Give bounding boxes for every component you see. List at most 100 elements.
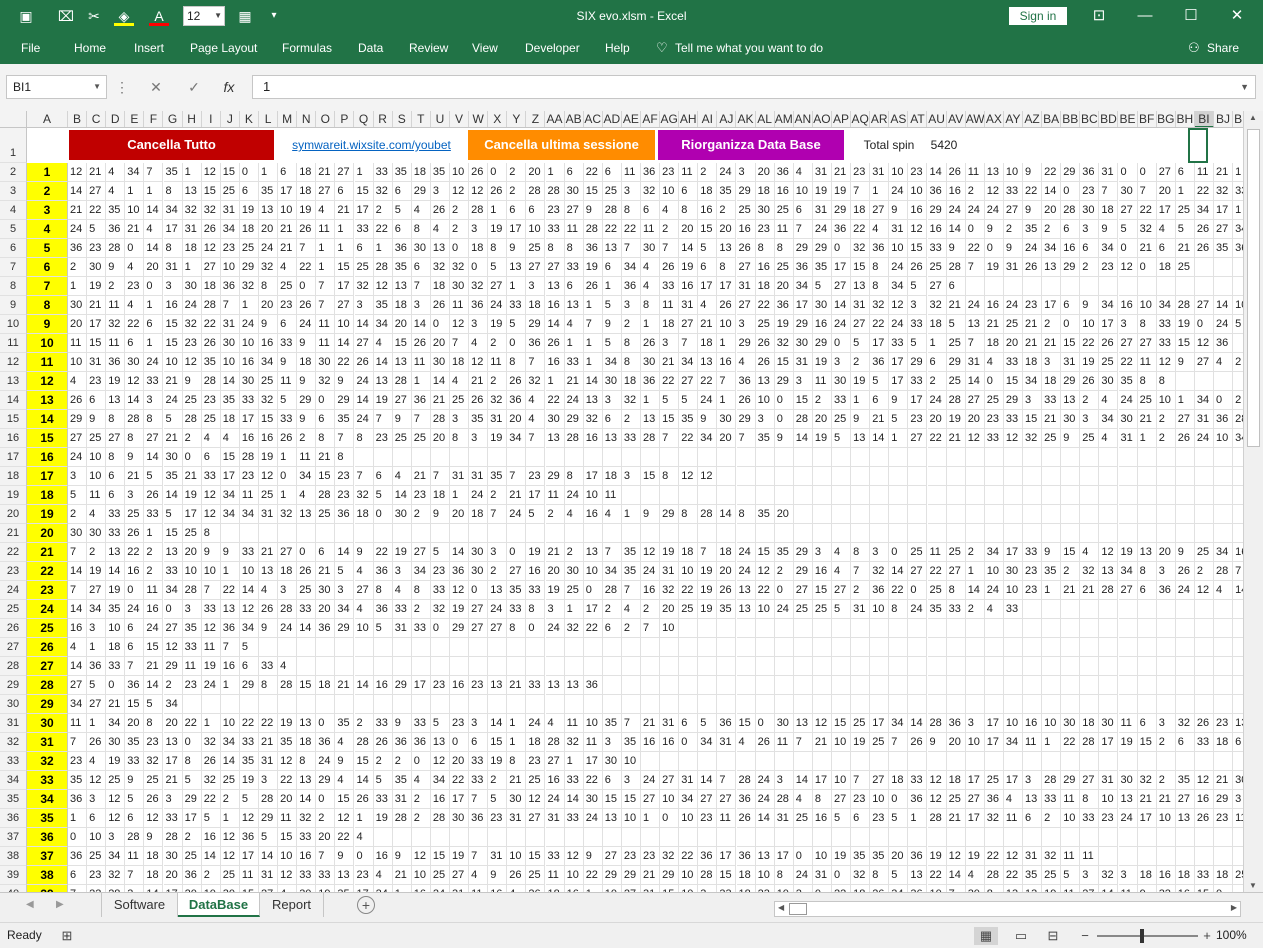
data-cell[interactable]: 32 — [1137, 771, 1157, 790]
data-cell[interactable] — [736, 486, 756, 505]
data-cell[interactable]: 10 — [812, 847, 832, 866]
data-cell[interactable] — [373, 448, 393, 467]
data-cell[interactable] — [354, 638, 374, 657]
column-header[interactable]: E — [125, 111, 145, 127]
data-cell[interactable]: 22 — [1194, 182, 1214, 201]
data-cell[interactable]: 13 — [1099, 562, 1119, 581]
data-cell[interactable]: 32 — [430, 600, 450, 619]
data-cell[interactable] — [1194, 752, 1214, 771]
data-cell[interactable]: 20 — [889, 847, 909, 866]
data-cell[interactable] — [1023, 752, 1043, 771]
data-cell[interactable]: 16 — [641, 581, 661, 600]
zoom-in-icon[interactable]: + — [1198, 927, 1216, 945]
data-cell[interactable]: 20 — [259, 220, 279, 239]
data-cell[interactable]: 26 — [125, 524, 145, 543]
data-cell[interactable]: 3 — [1156, 562, 1176, 581]
data-cell[interactable] — [889, 524, 909, 543]
data-cell[interactable]: 3 — [1080, 410, 1100, 429]
data-cell[interactable]: 35 — [717, 182, 737, 201]
data-cell[interactable]: 34 — [679, 790, 699, 809]
data-cell[interactable] — [430, 828, 450, 847]
data-cell[interactable]: 15 — [793, 391, 813, 410]
data-cell[interactable]: 4 — [1156, 220, 1176, 239]
data-cell[interactable] — [1080, 524, 1100, 543]
data-cell[interactable]: 35 — [239, 752, 259, 771]
data-cell[interactable] — [392, 448, 412, 467]
data-cell[interactable]: 15 — [316, 467, 336, 486]
data-cell[interactable]: 22 — [583, 771, 603, 790]
data-cell[interactable]: 13 — [392, 353, 412, 372]
data-cell[interactable]: 13 — [602, 239, 622, 258]
spin-index-cell[interactable]: 4 — [27, 220, 68, 239]
data-cell[interactable]: 7 — [68, 885, 88, 892]
column-header[interactable]: Z — [526, 111, 546, 127]
data-cell[interactable]: 33 — [182, 638, 202, 657]
data-cell[interactable]: 33 — [1023, 543, 1043, 562]
data-cell[interactable]: 12 — [526, 790, 546, 809]
data-cell[interactable]: 2 — [1194, 562, 1214, 581]
data-cell[interactable] — [1003, 524, 1023, 543]
data-cell[interactable]: 7 — [641, 619, 661, 638]
data-cell[interactable]: 20 — [1156, 543, 1176, 562]
data-cell[interactable]: 9 — [851, 410, 871, 429]
selected-cell[interactable] — [1188, 128, 1208, 163]
row-header[interactable]: 28 — [0, 657, 27, 676]
data-cell[interactable]: 33 — [106, 657, 126, 676]
data-cell[interactable]: 36 — [1156, 581, 1176, 600]
column-header[interactable]: BB — [1061, 111, 1081, 127]
data-cell[interactable]: 14 — [430, 372, 450, 391]
data-cell[interactable]: 29 — [736, 410, 756, 429]
data-cell[interactable]: 3 — [621, 296, 641, 315]
data-cell[interactable]: 34 — [679, 353, 699, 372]
data-cell[interactable]: 20 — [660, 600, 680, 619]
data-cell[interactable] — [1137, 695, 1157, 714]
data-cell[interactable]: 11 — [68, 334, 88, 353]
data-cell[interactable]: 35 — [755, 429, 775, 448]
data-cell[interactable]: 2 — [488, 562, 508, 581]
data-cell[interactable]: 15 — [832, 714, 852, 733]
data-cell[interactable] — [1233, 638, 1243, 657]
riorganizza-data-base-button[interactable]: Riorganizza Data Base — [658, 130, 844, 160]
data-cell[interactable]: 14 — [297, 619, 317, 638]
data-cell[interactable]: 4 — [564, 315, 584, 334]
data-cell[interactable]: 26 — [1194, 809, 1214, 828]
data-cell[interactable]: 2 — [641, 600, 661, 619]
data-cell[interactable]: 31 — [163, 258, 183, 277]
data-cell[interactable]: 4 — [1003, 790, 1023, 809]
data-cell[interactable] — [984, 524, 1004, 543]
data-cell[interactable]: 17 — [889, 353, 909, 372]
data-cell[interactable]: 10 — [1003, 163, 1023, 182]
data-cell[interactable]: 3 — [1023, 391, 1043, 410]
data-cell[interactable]: 10 — [220, 353, 240, 372]
data-cell[interactable]: 7 — [411, 410, 431, 429]
data-cell[interactable]: 10 — [793, 182, 813, 201]
data-cell[interactable] — [755, 448, 775, 467]
data-cell[interactable]: 0 — [125, 581, 145, 600]
data-cell[interactable]: 8 — [870, 866, 890, 885]
data-cell[interactable]: 10 — [1233, 296, 1243, 315]
data-cell[interactable]: 9 — [507, 239, 527, 258]
data-cell[interactable]: 27 — [660, 771, 680, 790]
data-cell[interactable]: 21 — [660, 353, 680, 372]
data-cell[interactable]: 19 — [297, 201, 317, 220]
data-cell[interactable]: 25 — [736, 201, 756, 220]
data-cell[interactable]: 29 — [297, 391, 317, 410]
data-cell[interactable]: 16 — [1176, 885, 1195, 892]
data-cell[interactable] — [1118, 638, 1138, 657]
data-cell[interactable]: 12 — [144, 809, 164, 828]
data-cell[interactable]: 33 — [908, 315, 928, 334]
data-cell[interactable]: 32 — [641, 182, 661, 201]
data-cell[interactable]: 31 — [87, 353, 107, 372]
data-cell[interactable]: 0 — [469, 258, 489, 277]
data-cell[interactable] — [851, 619, 871, 638]
data-cell[interactable] — [965, 657, 985, 676]
data-cell[interactable]: 2 — [144, 543, 164, 562]
row-header[interactable]: 31 — [0, 714, 27, 733]
tell-me-search[interactable]: Tell me what you want to do — [675, 32, 823, 64]
data-cell[interactable]: 1 — [68, 277, 88, 296]
data-cell[interactable]: 5 — [278, 391, 298, 410]
data-cell[interactable]: 24 — [698, 391, 718, 410]
data-cell[interactable]: 29 — [239, 258, 259, 277]
data-cell[interactable]: 12 — [106, 809, 126, 828]
data-cell[interactable]: 30 — [1118, 410, 1138, 429]
